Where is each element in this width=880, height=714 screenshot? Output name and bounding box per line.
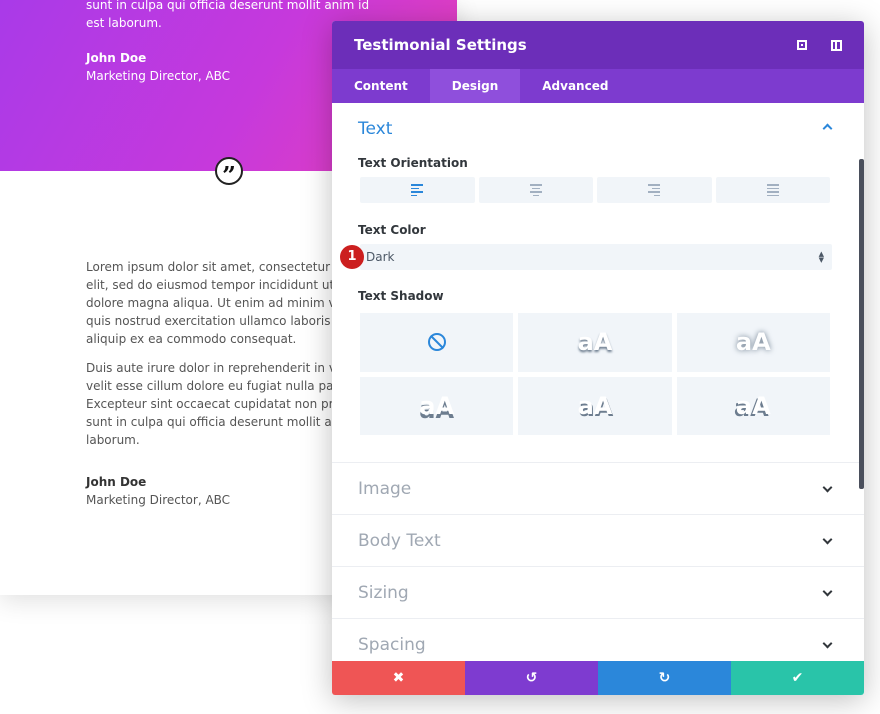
align-center-icon [529, 184, 542, 196]
spacing-section-title: Spacing [358, 635, 426, 655]
shadow-preset-1[interactable]: aA [518, 313, 672, 372]
scrollbar[interactable] [859, 159, 864, 489]
testimonial-author-role: Marketing Director, ABC [86, 493, 231, 507]
checkmark-icon: ✔ [791, 670, 804, 686]
text-shadow-label: Text Shadow [358, 289, 444, 303]
shadow-preset-2[interactable]: aA [676, 313, 830, 372]
spacing-section[interactable]: Spacing [332, 619, 864, 661]
align-center-button[interactable] [478, 177, 593, 203]
testimonial-author-name: John Doe [86, 475, 147, 489]
fullscreen-icon[interactable] [795, 38, 809, 52]
select-arrows-icon: ▲ ▼ [818, 250, 824, 264]
hero-author-name: John Doe [86, 51, 147, 65]
body-text-section[interactable]: Body Text [332, 515, 864, 567]
text-section: Text Text Orientation Text Color Dark ▲ … [332, 103, 864, 463]
modal-title: Testimonial Settings [354, 36, 527, 54]
modal-footer: ✖ ↺ ↻ ✔ [332, 661, 864, 695]
align-right-button[interactable] [597, 177, 712, 203]
sizing-section-title: Sizing [358, 583, 409, 603]
shadow-preset-5[interactable]: aA [676, 376, 830, 435]
split-view-icon[interactable] [829, 38, 843, 52]
sizing-section[interactable]: Sizing [332, 567, 864, 619]
step-badge: 1 [340, 245, 364, 269]
shadow-preset-3[interactable]: aA [360, 376, 514, 435]
text-section-title[interactable]: Text [358, 119, 838, 139]
text-color-label: Text Color [358, 223, 426, 237]
modal-body: Text Text Orientation Text Color Dark ▲ … [332, 103, 864, 661]
undo-button[interactable]: ↺ [465, 661, 598, 695]
body-text-section-title: Body Text [358, 531, 441, 551]
tab-design[interactable]: Design [429, 69, 521, 103]
tab-content[interactable]: Content [332, 69, 430, 103]
redo-icon: ↻ [658, 670, 671, 686]
modal-header: Testimonial Settings [332, 21, 864, 69]
undo-icon: ↺ [525, 670, 538, 686]
image-section-title: Image [358, 479, 412, 499]
shadow-none-button[interactable] [360, 313, 514, 372]
save-button[interactable]: ✔ [731, 661, 864, 695]
no-shadow-icon [427, 333, 446, 352]
testimonial-paragraph-1: Lorem ipsum dolor sit amet, consectetur … [86, 260, 336, 346]
text-orientation-options [360, 177, 830, 203]
close-icon: ✖ [392, 670, 405, 686]
text-color-select[interactable]: Dark ▲ ▼ [360, 244, 832, 270]
testimonial-settings-modal: Testimonial Settings Content Design Adva… [332, 21, 864, 695]
testimonial-paragraph-2: Duis aute irure dolor in reprehenderit i… [86, 361, 336, 447]
text-shadow-options: aA aA aA aA aA [360, 313, 830, 435]
cancel-button[interactable]: ✖ [332, 661, 465, 695]
text-orientation-label: Text Orientation [358, 156, 468, 170]
align-right-icon [648, 184, 661, 196]
modal-tabs: Content Design Advanced [332, 69, 864, 103]
align-left-icon [411, 184, 424, 196]
align-justify-icon [766, 184, 779, 196]
shadow-preset-4[interactable]: aA [518, 376, 672, 435]
align-justify-button[interactable] [715, 177, 830, 203]
text-color-value: Dark [366, 250, 395, 264]
quote-icon: ” [215, 157, 243, 187]
hero-author-role: Marketing Director, ABC [86, 69, 231, 83]
tab-advanced[interactable]: Advanced [520, 69, 630, 103]
redo-button[interactable]: ↻ [598, 661, 731, 695]
image-section[interactable]: Image [332, 463, 864, 515]
align-left-button[interactable] [360, 177, 475, 203]
